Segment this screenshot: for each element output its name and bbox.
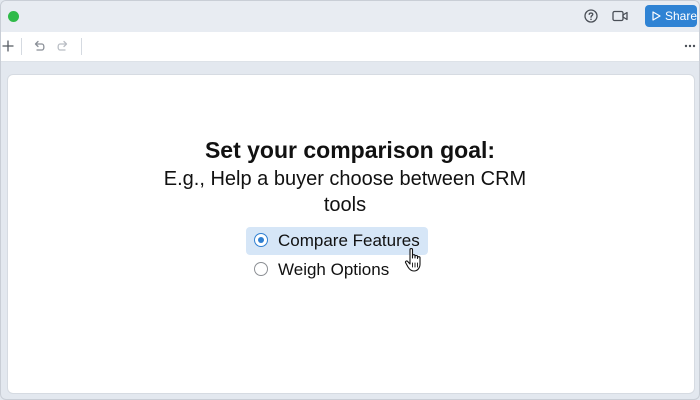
status-dot-icon <box>8 11 19 22</box>
option-compare-features[interactable]: Compare Features <box>246 227 428 255</box>
hand-pointer-icon <box>404 248 421 272</box>
play-icon <box>652 11 661 21</box>
title-bar: Share <box>1 1 699 32</box>
toolbar-divider <box>81 38 82 55</box>
plus-icon[interactable] <box>2 39 14 53</box>
help-circle-icon[interactable] <box>584 9 598 23</box>
toolbar <box>1 32 699 62</box>
radio-button-checked[interactable] <box>254 233 268 247</box>
video-camera-icon[interactable] <box>612 9 628 23</box>
option-label: Weigh Options <box>278 260 390 279</box>
toolbar-divider <box>21 38 22 55</box>
share-button[interactable]: Share <box>645 5 697 27</box>
radio-button-unchecked[interactable] <box>254 262 268 276</box>
option-label: Compare Features <box>278 231 420 250</box>
redo-icon[interactable] <box>56 39 70 53</box>
share-label: Share <box>665 9 698 23</box>
more-horizontal-icon[interactable] <box>684 39 696 53</box>
undo-icon[interactable] <box>32 39 46 53</box>
goal-example-text: E.g., Help a buyer choose between CRM to… <box>163 168 527 216</box>
goal-title: Set your comparison goal: <box>204 137 496 163</box>
option-weigh-options[interactable]: Weigh Options <box>246 256 406 284</box>
